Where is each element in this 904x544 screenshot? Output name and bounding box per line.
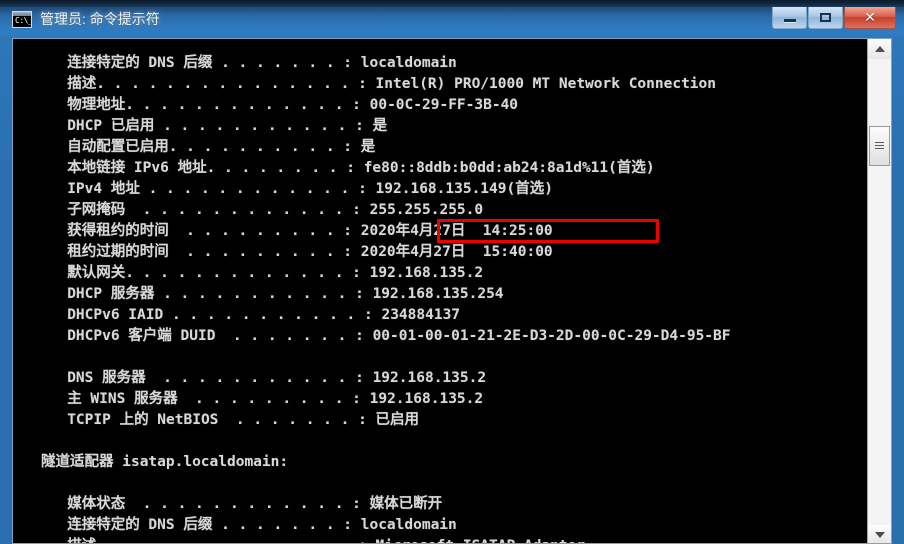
console-line: DHCP 服务器 . . . . . . . . . . . : 192.168…	[41, 286, 504, 302]
minimize-icon	[773, 7, 806, 28]
window-caption-buttons: ✕	[772, 7, 896, 31]
console-line: 连接特定的 DNS 后缀 . . . . . . . : localdomain	[41, 55, 457, 71]
console-line: 默认网关. . . . . . . . . . . . . : 192.168.…	[41, 265, 484, 281]
console-line: 子网掩码 . . . . . . . . . . . . : 255.255.2…	[41, 202, 484, 218]
window-titlebar[interactable]: C:\_ 管理员: 命令提示符 ✕	[0, 5, 904, 33]
close-icon: ✕	[864, 9, 876, 25]
scrollbar-grip-icon	[875, 142, 884, 150]
console-line: 主 WINS 服务器 . . . . . . . . . : 192.168.1…	[41, 391, 484, 407]
console-line: DHCP 已启用 . . . . . . . . . . . : 是	[41, 118, 388, 134]
console-line: 描述. . . . . . . . . . . . . . . : Micros…	[41, 536, 868, 543]
console-line: 租约过期的时间 . . . . . . . . . : 2020年4月27日 1…	[41, 244, 553, 260]
close-button[interactable]: ✕	[844, 7, 896, 29]
console-line: 隧道适配器 isatap.localdomain:	[41, 454, 289, 470]
scroll-down-button[interactable]	[868, 525, 891, 543]
console-line: 本地链接 IPv6 地址. . . . . . . . : fe80::8ddb…	[41, 160, 655, 176]
console-line: 获得租约的时间 . . . . . . . . . : 2020年4月27日 1…	[41, 223, 553, 239]
scrollbar-track[interactable]	[868, 59, 891, 525]
maximize-icon	[809, 7, 842, 28]
console-line: TCPIP 上的 NetBIOS . . . . . . . : 已启用	[41, 412, 420, 428]
console-line: IPv4 地址 . . . . . . . . . . . . : 192.16…	[41, 181, 553, 197]
chevron-up-icon	[874, 46, 885, 52]
console-line: 媒体状态 . . . . . . . . . . . . : 媒体已断开	[41, 496, 443, 512]
console-line: DHCPv6 IAID . . . . . . . . . . . : 2348…	[41, 307, 461, 323]
console-line: 连接特定的 DNS 后缀 . . . . . . . : localdomain	[41, 517, 457, 533]
cmd-console-icon: C:\_	[12, 11, 32, 28]
minimize-button[interactable]	[772, 7, 807, 29]
console-output: 连接特定的 DNS 后缀 . . . . . . . : localdomain…	[13, 39, 868, 543]
console-line: 自动配置已启用. . . . . . . . . . : 是	[41, 139, 376, 155]
command-prompt-window: C:\_ 管理员: 命令提示符 ✕ 连接特定的 DNS 后缀 . . . . .…	[0, 0, 904, 544]
console-line: DHCPv6 客户端 DUID . . . . . . . : 00-01-00…	[41, 328, 731, 344]
maximize-button[interactable]	[808, 7, 843, 29]
chevron-down-icon	[874, 532, 885, 538]
console-client-area[interactable]: 连接特定的 DNS 后缀 . . . . . . . : localdomain…	[12, 38, 892, 544]
icon-prompt-text: C:\_	[15, 16, 32, 25]
console-line: DNS 服务器 . . . . . . . . . . . : 192.168.…	[41, 370, 487, 386]
console-line: 描述. . . . . . . . . . . . . . . : Intel(…	[41, 76, 717, 92]
console-line: 物理地址. . . . . . . . . . . . . : 00-0C-29…	[41, 97, 519, 113]
window-title: 管理员: 命令提示符	[40, 11, 160, 27]
scroll-up-button[interactable]	[868, 39, 891, 59]
console-scrollbar[interactable]	[867, 39, 891, 543]
scrollbar-thumb[interactable]	[869, 126, 890, 166]
